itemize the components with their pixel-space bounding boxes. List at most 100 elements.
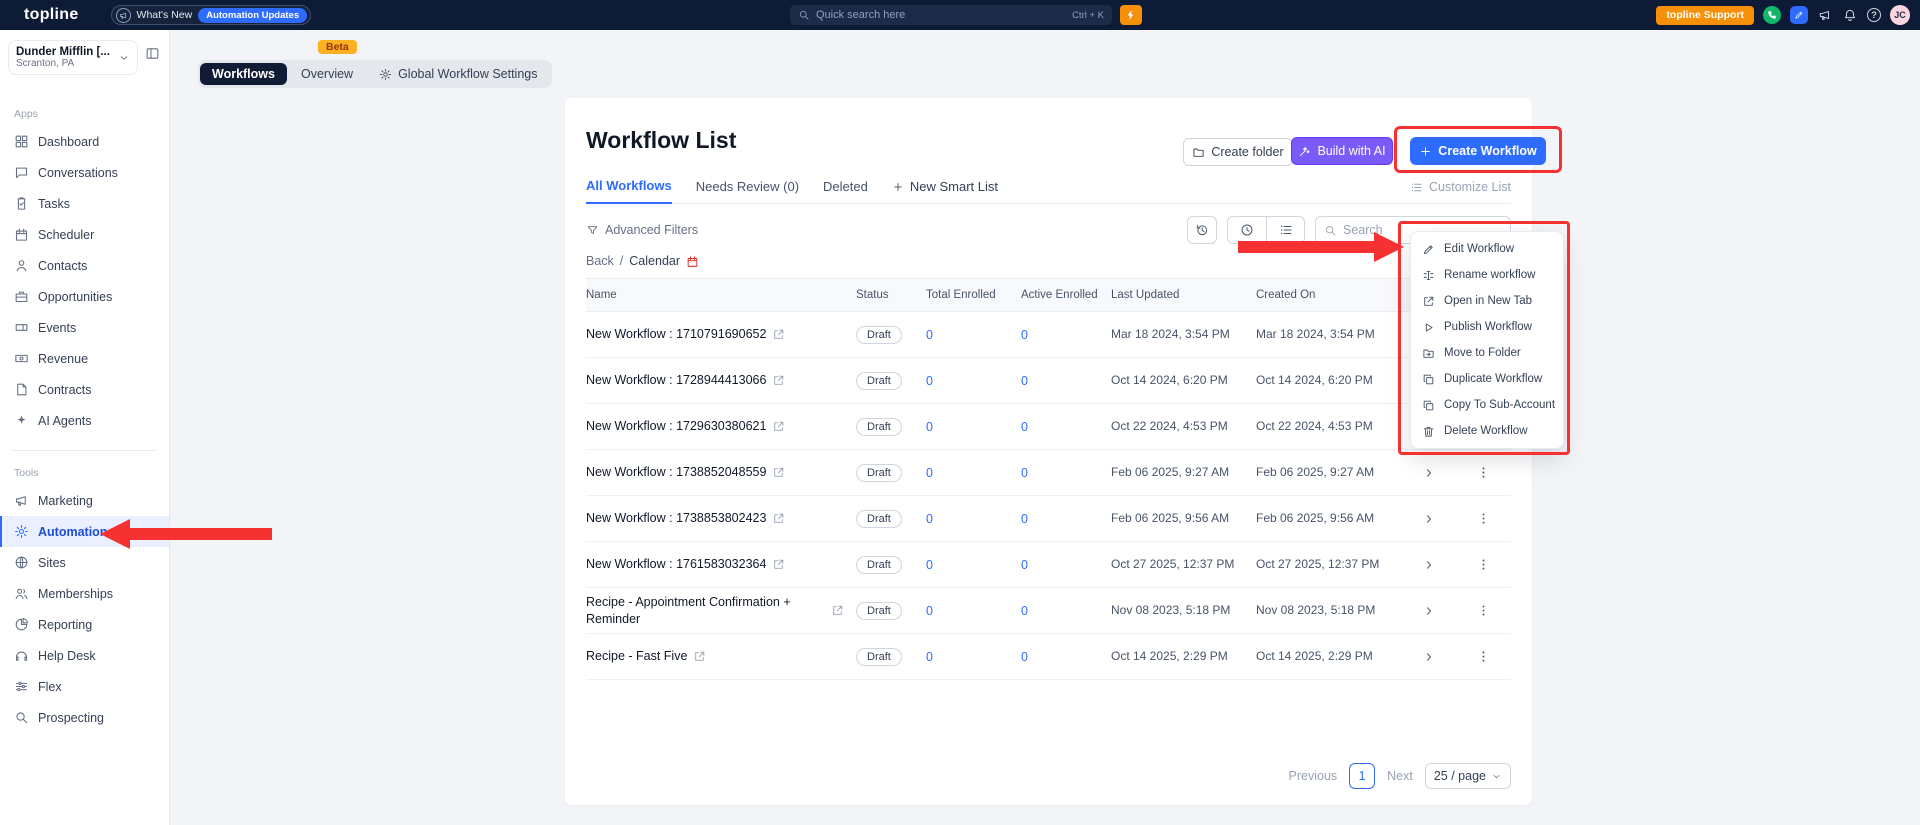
workflow-name[interactable]: New Workflow : 1729630380621 xyxy=(586,418,766,434)
tab-deleted[interactable]: Deleted xyxy=(823,179,868,203)
customize-list-button[interactable]: Customize List xyxy=(1410,180,1511,203)
sidebar-item-revenue[interactable]: Revenue xyxy=(0,343,169,374)
sidebar-item-automation[interactable]: Automation xyxy=(0,516,169,547)
page-number[interactable]: 1 xyxy=(1349,763,1375,789)
menu-item-copy-to-sub-account[interactable]: Copy To Sub-Account xyxy=(1411,392,1563,418)
build-with-ai-button[interactable]: Build with AI xyxy=(1291,137,1393,165)
page-size-select[interactable]: 25 / page xyxy=(1425,763,1511,789)
notifications-button[interactable] xyxy=(1842,7,1858,23)
previous-page-button[interactable]: Previous xyxy=(1289,769,1338,783)
help-button[interactable]: ? xyxy=(1867,8,1881,22)
sidebar-item-opportunities[interactable]: Opportunities xyxy=(0,281,169,312)
sidebar-item-marketing[interactable]: Marketing xyxy=(0,485,169,516)
menu-item-open-in-new-tab[interactable]: Open in New Tab xyxy=(1411,288,1563,314)
total-enrolled-link[interactable]: 0 xyxy=(926,650,1021,664)
workflow-name[interactable]: Recipe - Appointment Confirmation + Remi… xyxy=(586,594,825,627)
advanced-filters-button[interactable]: Advanced Filters xyxy=(586,223,698,237)
row-expand-button[interactable] xyxy=(1418,508,1440,530)
sidebar-item-memberships[interactable]: Memberships xyxy=(0,578,169,609)
breadcrumb-back[interactable]: Back xyxy=(586,254,614,268)
sidebar-item-flex[interactable]: Flex xyxy=(0,671,169,702)
global-search-input[interactable] xyxy=(816,9,1066,21)
active-enrolled-link[interactable]: 0 xyxy=(1021,558,1111,572)
list-view-button[interactable] xyxy=(1266,217,1304,243)
row-actions-button[interactable] xyxy=(1472,507,1495,530)
menu-item-delete-workflow[interactable]: Delete Workflow xyxy=(1411,418,1563,444)
workflow-name[interactable]: New Workflow : 1710791690652 xyxy=(586,326,766,342)
active-enrolled-link[interactable]: 0 xyxy=(1021,650,1111,664)
table-row[interactable]: New Workflow : 1738853802423Draft00Feb 0… xyxy=(586,496,1511,542)
sidebar-item-prospecting[interactable]: Prospecting xyxy=(0,702,169,733)
new-smart-list-button[interactable]: New Smart List xyxy=(892,179,998,203)
phone-button[interactable] xyxy=(1763,6,1781,24)
app-logo[interactable]: topline xyxy=(24,6,79,24)
sidebar-item-ai-agents[interactable]: AI Agents xyxy=(0,405,169,436)
breadcrumb-current[interactable]: Calendar xyxy=(629,254,680,268)
sidebar-item-contacts[interactable]: Contacts xyxy=(0,250,169,281)
menu-item-publish-workflow[interactable]: Publish Workflow xyxy=(1411,314,1563,340)
tab-overview[interactable]: Overview xyxy=(289,63,365,85)
total-enrolled-link[interactable]: 0 xyxy=(926,328,1021,342)
row-expand-button[interactable] xyxy=(1418,554,1440,576)
sidebar-item-dashboard[interactable]: Dashboard xyxy=(0,126,169,157)
sidebar-item-reporting[interactable]: Reporting xyxy=(0,609,169,640)
tab-global-workflow-settings[interactable]: Global Workflow Settings xyxy=(367,63,549,85)
active-enrolled-link[interactable]: 0 xyxy=(1021,512,1111,526)
whats-new-pill[interactable]: What's New Automation Updates xyxy=(111,5,312,25)
total-enrolled-link[interactable]: 0 xyxy=(926,420,1021,434)
workflow-name[interactable]: New Workflow : 1738853802423 xyxy=(586,510,766,526)
table-row[interactable]: New Workflow : 1728944413066Draft00Oct 1… xyxy=(586,358,1511,404)
table-row[interactable]: New Workflow : 1710791690652Draft00Mar 1… xyxy=(586,312,1511,358)
sidebar-item-scheduler[interactable]: Scheduler xyxy=(0,219,169,250)
table-row[interactable]: New Workflow : 1761583032364Draft00Oct 2… xyxy=(586,542,1511,588)
quick-actions-button[interactable] xyxy=(1120,5,1142,25)
menu-item-move-to-folder[interactable]: Move to Folder xyxy=(1411,340,1563,366)
total-enrolled-link[interactable]: 0 xyxy=(926,374,1021,388)
next-page-button[interactable]: Next xyxy=(1387,769,1413,783)
create-workflow-button[interactable]: Create Workflow xyxy=(1410,137,1546,165)
history-button[interactable] xyxy=(1187,216,1217,244)
row-expand-button[interactable] xyxy=(1418,646,1440,668)
global-search[interactable]: Ctrl + K xyxy=(790,5,1112,25)
sidebar-item-contracts[interactable]: Contracts xyxy=(0,374,169,405)
row-actions-button[interactable] xyxy=(1472,553,1495,576)
menu-item-duplicate-workflow[interactable]: Duplicate Workflow xyxy=(1411,366,1563,392)
announcements-button[interactable] xyxy=(1817,7,1833,23)
workflow-name[interactable]: Recipe - Fast Five xyxy=(586,648,687,664)
tab-all-workflows[interactable]: All Workflows xyxy=(586,178,672,204)
workflow-name[interactable]: New Workflow : 1738852048559 xyxy=(586,464,766,480)
table-row[interactable]: New Workflow : 1738852048559Draft00Feb 0… xyxy=(586,450,1511,496)
create-folder-button[interactable]: Create folder xyxy=(1183,138,1293,166)
support-button[interactable]: topline Support xyxy=(1656,6,1754,25)
active-enrolled-link[interactable]: 0 xyxy=(1021,604,1111,618)
tab-needs-review-0[interactable]: Needs Review (0) xyxy=(696,179,799,203)
total-enrolled-link[interactable]: 0 xyxy=(926,604,1021,618)
total-enrolled-link[interactable]: 0 xyxy=(926,558,1021,572)
table-row[interactable]: Recipe - Appointment Confirmation + Remi… xyxy=(586,588,1511,634)
menu-item-rename-workflow[interactable]: Rename workflow xyxy=(1411,262,1563,288)
menu-item-edit-workflow[interactable]: Edit Workflow xyxy=(1411,236,1563,262)
active-enrolled-link[interactable]: 0 xyxy=(1021,420,1111,434)
table-row[interactable]: Recipe - Fast FiveDraft00Oct 14 2025, 2:… xyxy=(586,634,1511,680)
total-enrolled-link[interactable]: 0 xyxy=(926,466,1021,480)
account-switcher[interactable]: Dunder Mifflin [... Scranton, PA xyxy=(8,40,138,75)
tab-workflows[interactable]: Workflows xyxy=(200,63,287,85)
sidebar-item-events[interactable]: Events xyxy=(0,312,169,343)
sidebar-item-sites[interactable]: Sites xyxy=(0,547,169,578)
row-actions-button[interactable] xyxy=(1472,645,1495,668)
active-enrolled-link[interactable]: 0 xyxy=(1021,374,1111,388)
workflow-name[interactable]: New Workflow : 1728944413066 xyxy=(586,372,766,388)
row-actions-button[interactable] xyxy=(1472,461,1495,484)
recent-view-button[interactable] xyxy=(1228,217,1266,243)
workflow-name[interactable]: New Workflow : 1761583032364 xyxy=(586,556,766,572)
sidebar-item-conversations[interactable]: Conversations xyxy=(0,157,169,188)
sidebar-item-help-desk[interactable]: Help Desk xyxy=(0,640,169,671)
row-expand-button[interactable] xyxy=(1418,600,1440,622)
sidebar-item-tasks[interactable]: Tasks xyxy=(0,188,169,219)
avatar[interactable]: JC xyxy=(1890,5,1910,25)
row-expand-button[interactable] xyxy=(1418,462,1440,484)
active-enrolled-link[interactable]: 0 xyxy=(1021,328,1111,342)
active-enrolled-link[interactable]: 0 xyxy=(1021,466,1111,480)
collapse-sidebar-icon[interactable] xyxy=(145,46,160,61)
row-actions-button[interactable] xyxy=(1472,599,1495,622)
